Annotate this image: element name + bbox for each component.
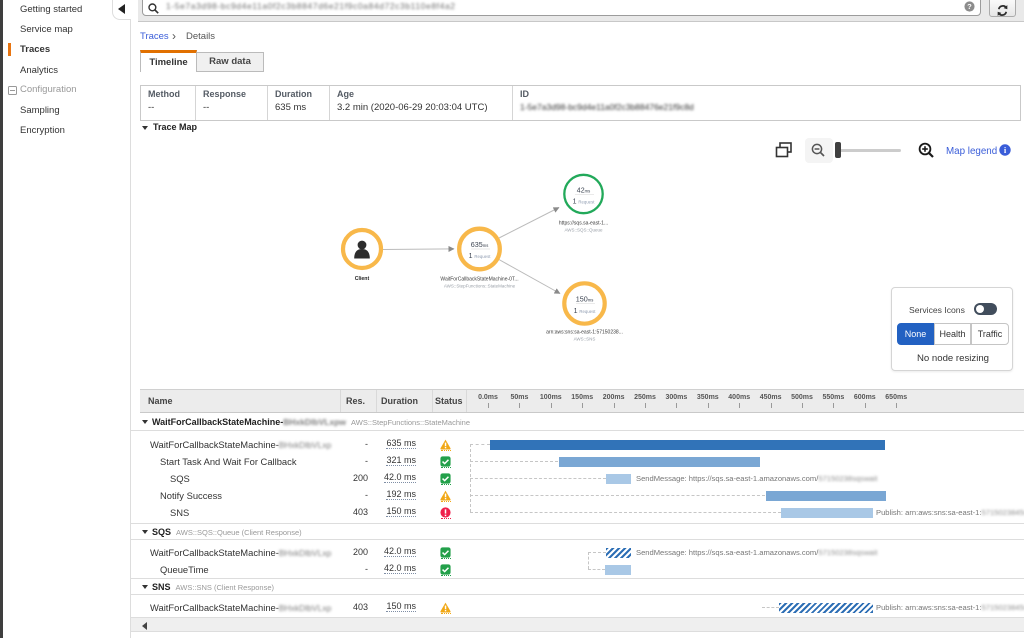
svg-text:1 Request: 1 Request bbox=[573, 199, 596, 206]
svg-text:Client: Client bbox=[355, 276, 370, 282]
svg-text:AWS::StepFunctions::StateMachi: AWS::StepFunctions::StateMachine bbox=[444, 284, 516, 289]
svg-text:42ms: 42ms bbox=[577, 188, 590, 195]
svg-text:1 Request: 1 Request bbox=[574, 308, 597, 315]
svg-text:?: ? bbox=[967, 2, 972, 11]
svg-text:arn:aws:sns:sa-east-1:57150238: arn:aws:sns:sa-east-1:57150238... bbox=[546, 330, 623, 336]
svg-text:AWS::SQS::Queue: AWS::SQS::Queue bbox=[564, 228, 603, 233]
svg-text:https://sqs.sa-east-1...: https://sqs.sa-east-1... bbox=[559, 221, 608, 227]
svg-text:AWS::SNS: AWS::SNS bbox=[574, 337, 596, 342]
svg-text:WaitForCallbackStateMachine-0T: WaitForCallbackStateMachine-0T... bbox=[440, 277, 518, 283]
svg-text:1 Request: 1 Request bbox=[469, 253, 492, 260]
